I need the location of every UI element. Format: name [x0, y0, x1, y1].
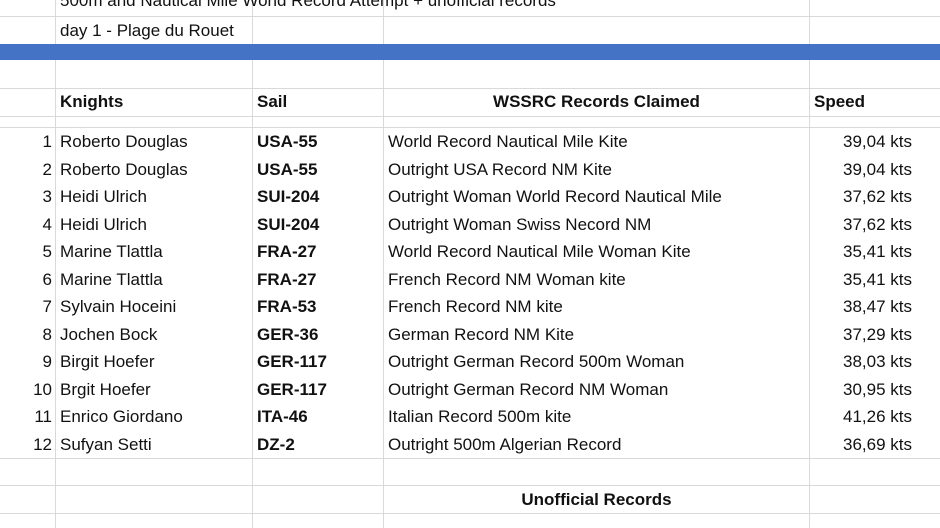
row-number[interactable]: 4 [2, 211, 52, 238]
column-header-sail[interactable]: Sail [257, 88, 287, 115]
record-claimed[interactable]: Outright Woman Swiss Necord NM [388, 211, 651, 238]
speed-value[interactable]: 41,26 kts [812, 403, 912, 430]
speed-value[interactable]: 38,03 kts [812, 348, 912, 375]
row-number[interactable]: 5 [2, 238, 52, 265]
grid-column-line [55, 0, 56, 528]
record-claimed[interactable]: World Record Nautical Mile Woman Kite [388, 238, 691, 265]
record-claimed[interactable]: Outright German Record NM Woman [388, 376, 668, 403]
column-header-records[interactable]: WSSRC Records Claimed [384, 88, 809, 115]
sail-number[interactable]: DZ-2 [257, 431, 295, 458]
row-number[interactable]: 9 [2, 348, 52, 375]
sheet-title[interactable]: 500m and Nautical Mile World Record Atte… [60, 0, 556, 14]
sail-number[interactable]: ITA-46 [257, 403, 308, 430]
speed-value[interactable]: 37,62 kts [812, 211, 912, 238]
speed-value[interactable]: 36,69 kts [812, 431, 912, 458]
sail-number[interactable]: USA-55 [257, 128, 317, 155]
grid-row-line [0, 116, 940, 117]
speed-value[interactable]: 35,41 kts [812, 266, 912, 293]
record-claimed[interactable]: Outright 500m Algerian Record [388, 431, 621, 458]
knight-name[interactable]: Sylvain Hoceini [60, 293, 176, 320]
header-separator-band [0, 44, 940, 60]
knight-name[interactable]: Sufyan Setti [60, 431, 152, 458]
row-number[interactable]: 6 [2, 266, 52, 293]
sail-number[interactable]: FRA-27 [257, 266, 317, 293]
grid-column-line [809, 0, 810, 528]
speed-value[interactable]: 35,41 kts [812, 238, 912, 265]
sail-number[interactable]: GER-117 [257, 376, 327, 403]
record-claimed[interactable]: French Record NM Woman kite [388, 266, 626, 293]
record-claimed[interactable]: French Record NM kite [388, 293, 563, 320]
knight-name[interactable]: Heidi Ulrich [60, 211, 147, 238]
speed-value[interactable]: 39,04 kts [812, 128, 912, 155]
knight-name[interactable]: Marine Tlattla [60, 238, 163, 265]
knight-name[interactable]: Roberto Douglas [60, 156, 188, 183]
sheet-subtitle[interactable]: day 1 - Plage du Rouet [60, 17, 234, 44]
knight-name[interactable]: Heidi Ulrich [60, 183, 147, 210]
unofficial-records-title[interactable]: Unofficial Records [384, 486, 809, 513]
knight-name[interactable]: Roberto Douglas [60, 128, 188, 155]
record-claimed[interactable]: Outright German Record 500m Woman [388, 348, 684, 375]
row-number[interactable]: 8 [2, 321, 52, 348]
row-number[interactable]: 11 [2, 403, 52, 430]
record-claimed[interactable]: German Record NM Kite [388, 321, 574, 348]
speed-value[interactable]: 37,29 kts [812, 321, 912, 348]
sail-number[interactable]: SUI-204 [257, 183, 319, 210]
record-claimed[interactable]: World Record Nautical Mile Kite [388, 128, 628, 155]
record-claimed[interactable]: Italian Record 500m kite [388, 403, 571, 430]
speed-value[interactable]: 39,04 kts [812, 156, 912, 183]
sail-number[interactable]: USA-55 [257, 156, 317, 183]
grid-row-line [0, 513, 940, 514]
grid-column-line [252, 0, 253, 528]
spreadsheet: 500m and Nautical Mile World Record Atte… [0, 0, 940, 528]
grid-column-line [383, 0, 384, 528]
record-claimed[interactable]: Outright USA Record NM Kite [388, 156, 612, 183]
column-header-speed[interactable]: Speed [814, 88, 865, 115]
sail-number[interactable]: GER-117 [257, 348, 327, 375]
row-number[interactable]: 3 [2, 183, 52, 210]
record-claimed[interactable]: Outright Woman World Record Nautical Mil… [388, 183, 722, 210]
sail-number[interactable]: SUI-204 [257, 211, 319, 238]
row-number[interactable]: 1 [2, 128, 52, 155]
speed-value[interactable]: 38,47 kts [812, 293, 912, 320]
sail-number[interactable]: GER-36 [257, 321, 318, 348]
row-number[interactable]: 7 [2, 293, 52, 320]
row-number[interactable]: 12 [2, 431, 52, 458]
knight-name[interactable]: Birgit Hoefer [60, 348, 154, 375]
sail-number[interactable]: FRA-27 [257, 238, 317, 265]
knight-name[interactable]: Enrico Giordano [60, 403, 183, 430]
grid-row-line [0, 458, 940, 459]
row-number[interactable]: 10 [2, 376, 52, 403]
column-header-knights[interactable]: Knights [60, 88, 123, 115]
row-number[interactable]: 2 [2, 156, 52, 183]
knight-name[interactable]: Marine Tlattla [60, 266, 163, 293]
knight-name[interactable]: Jochen Bock [60, 321, 157, 348]
sail-number[interactable]: FRA-53 [257, 293, 317, 320]
speed-value[interactable]: 30,95 kts [812, 376, 912, 403]
speed-value[interactable]: 37,62 kts [812, 183, 912, 210]
knight-name[interactable]: Brgit Hoefer [60, 376, 151, 403]
